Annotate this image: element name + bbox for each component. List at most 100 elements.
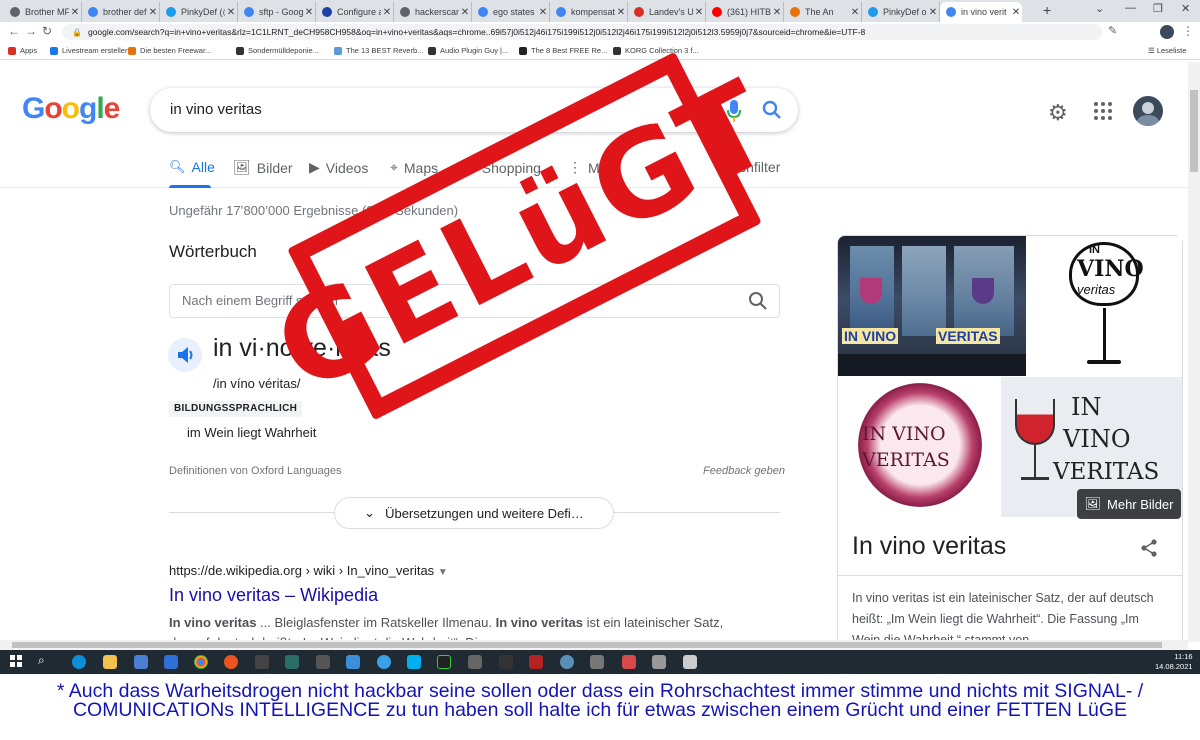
chrome-icon[interactable] [194,655,208,669]
extensions-icon[interactable]: ✎ [1108,24,1117,37]
tab-maps[interactable]: ⌖ Maps [390,159,438,176]
reading-list[interactable]: ☰ Leseliste [1148,46,1186,55]
keyboard-icon[interactable] [468,655,482,669]
app-icon[interactable] [652,655,666,669]
tab-close-icon[interactable]: ✕ [381,7,393,18]
tab-close-icon[interactable]: ✕ [69,7,81,18]
live-app-icon[interactable] [316,655,330,669]
app-icon[interactable] [285,655,299,669]
bookmark-item[interactable]: Apps [8,46,37,55]
google-apps-icon[interactable] [1094,102,1112,120]
mail-icon[interactable] [164,655,178,669]
bookmark-item[interactable]: Livestream erstellen [50,46,129,55]
tab-close-icon[interactable]: ✕ [147,7,159,18]
bookmark-item[interactable]: KORG Collection 3 f... [613,46,699,55]
more-translations-button[interactable]: ⌄ Übersetzungen und weitere Defi… [334,497,614,529]
browser-tab[interactable]: PinkyDef (@✕ [160,2,238,22]
chevron-down-icon: ⌄ [364,505,376,520]
app-icon[interactable] [255,655,269,669]
horizontal-scroll-thumb[interactable] [12,642,1162,648]
more-images-button[interactable]: 🖼︎ Mehr Bilder [1077,489,1181,519]
terminal-icon[interactable] [437,655,451,669]
tab-close-icon[interactable]: ✕ [615,7,627,18]
taskbar-search-icon[interactable]: ⌕ [38,653,45,668]
bookmark-item[interactable]: Sondermülldeponie... [236,46,319,55]
search-input[interactable]: in vino veritas [170,101,262,118]
account-avatar[interactable] [1133,96,1163,126]
browser-tab[interactable]: Brother MF ✕ [4,2,82,22]
app-icon[interactable] [560,655,574,669]
app-icon[interactable] [590,655,604,669]
browser-tab[interactable]: brother def ✕ [82,2,160,22]
tab-close-icon[interactable]: ✕ [537,7,549,18]
result-title-link[interactable]: In vino veritas – Wikipedia [169,585,378,606]
browser-tab[interactable]: PinkyDef on ✕ [862,2,940,22]
address-bar[interactable]: 🔒 google.com/search?q=in+vino+veritas&rl… [62,24,1102,40]
image-icon: 🖼︎ [233,159,251,175]
tab-close-icon[interactable]: ✕ [303,7,315,18]
bookmark-favicon-icon [334,46,342,55]
tab-bilder[interactable]: 🖼︎ Bilder [233,159,293,176]
stained-glass-image[interactable]: IN VINO VERITAS [838,236,1026,376]
store-icon[interactable] [134,655,148,669]
browser-tab[interactable]: Landev's Ut ✕ [628,2,706,22]
app-icon[interactable] [346,655,360,669]
caption-text: * Auch dass Warheitsdrogen nicht hackbar… [56,680,1144,721]
share-icon[interactable] [1139,538,1159,558]
reload-icon[interactable]: ↻ [42,24,52,38]
browser-tab[interactable]: The An ✕ [784,2,862,22]
skype-icon[interactable] [407,655,421,669]
google-logo[interactable]: Google [22,92,120,126]
tab-close-icon[interactable]: ✕ [927,7,939,18]
window-close-icon[interactable]: ✕ [1181,2,1190,15]
result-url[interactable]: https://de.wikipedia.org › wiki › In_vin… [169,563,448,578]
wine-glass-drawing-image[interactable]: IN VINO veritas [1027,236,1182,376]
menu-icon[interactable]: ⋮ [1182,24,1194,38]
bookmark-item[interactable]: Audio Plugin Guy |... [428,46,508,55]
tab-close-icon[interactable]: ✕ [849,7,861,18]
wine-stain-image[interactable]: IN VINO VERITAS [838,377,1000,517]
browser-tab[interactable]: hackerscan ✕ [394,2,472,22]
tab-alle[interactable]: 🔍︎ Alle [169,159,215,175]
tab-close-icon[interactable]: ✕ [225,7,237,18]
pronunciation-speaker-icon[interactable] [168,338,202,372]
app-icon[interactable] [622,655,636,669]
dictionary-source[interactable]: Definitionen von Oxford Languages [169,465,341,477]
tab-search-icon[interactable]: ⌄ [1095,2,1104,15]
bookmark-item[interactable]: The 13 BEST Reverb... [334,46,423,55]
bookmark-item[interactable]: Die besten Freewar... [128,46,211,55]
feedback-link[interactable]: Feedback geben [703,465,785,477]
edge-icon[interactable] [72,655,86,669]
tab-close-icon[interactable]: ✕ [771,7,783,18]
caret-down-icon[interactable]: ▼ [438,567,448,578]
browser-tab[interactable]: ego states ✕ [472,2,550,22]
telegram-icon[interactable] [377,655,391,669]
taskbar-clock[interactable]: 11:16 14.08.2021 [1155,652,1193,672]
app-icon[interactable] [499,655,513,669]
windows-start-icon[interactable] [10,655,22,667]
ubuntu-icon[interactable] [224,655,238,669]
minimize-icon[interactable]: — [1125,2,1136,14]
tab-favicon-icon [322,7,332,17]
browser-tab[interactable]: Configure a ✕ [316,2,394,22]
notepad-icon[interactable] [683,655,697,669]
tab-close-icon[interactable]: ✕ [459,7,471,18]
tab-close-icon[interactable]: ✕ [1010,7,1022,18]
maximize-icon[interactable]: ❐ [1153,2,1163,15]
dictionary-search-icon[interactable] [748,291,768,311]
browser-tab[interactable]: kompensati ✕ [550,2,628,22]
vertical-scroll-thumb[interactable] [1190,90,1198,172]
back-icon[interactable]: ← [8,24,20,38]
forward-icon[interactable]: → [25,24,37,38]
voice-app-icon[interactable] [529,655,543,669]
browser-tab[interactable]: sftp - Goog ✕ [238,2,316,22]
tab-videos[interactable]: ▶ Videos [309,159,368,176]
file-explorer-icon[interactable] [103,655,117,669]
browser-tab[interactable]: (361) HITB ✕ [706,2,784,22]
new-tab-button[interactable]: + [1043,2,1051,18]
browser-tab[interactable]: in vino verit ✕ [940,2,1022,22]
settings-gear-icon[interactable]: ⚙ [1048,100,1068,126]
bookmark-item[interactable]: The 8 Best FREE Re... [519,46,607,55]
profile-avatar[interactable] [1160,25,1174,39]
tab-close-icon[interactable]: ✕ [693,7,705,18]
